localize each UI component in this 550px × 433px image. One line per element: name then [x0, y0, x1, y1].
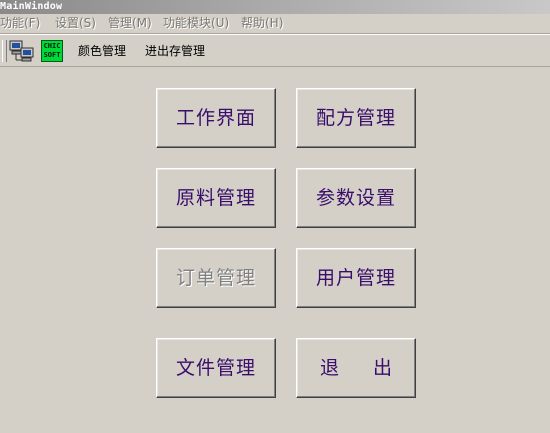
- material-management-button[interactable]: 原料管理: [156, 168, 276, 228]
- color-management-link[interactable]: 颜色管理: [78, 44, 126, 58]
- menu-function[interactable]: 功能(F): [0, 16, 40, 30]
- network-computer-icon[interactable]: [9, 39, 35, 67]
- title-bar: MainWindow: [0, 0, 550, 14]
- file-management-button[interactable]: 文件管理: [156, 338, 276, 398]
- menu-function-module[interactable]: 功能模块(U): [163, 16, 229, 30]
- menu-bar: 功能(F) 设置(S) 管理(M) 功能模块(U) 帮助(H): [0, 14, 550, 34]
- toolbar-grip[interactable]: [2, 40, 7, 62]
- window-title: MainWindow: [0, 1, 63, 12]
- parameter-settings-button[interactable]: 参数设置: [296, 168, 416, 228]
- exit-button[interactable]: 退 出: [296, 338, 416, 398]
- logo-text: CHIC SOFT: [43, 42, 61, 59]
- menu-help[interactable]: 帮助(H): [241, 16, 283, 30]
- inventory-management-link[interactable]: 进出存管理: [145, 44, 205, 58]
- menu-management[interactable]: 管理(M): [108, 16, 152, 30]
- chic-soft-logo-icon[interactable]: CHIC SOFT: [41, 40, 63, 62]
- order-management-button[interactable]: 订单管理: [156, 248, 276, 308]
- formula-management-button[interactable]: 配方管理: [296, 88, 416, 148]
- menu-settings[interactable]: 设置(S): [55, 16, 96, 30]
- toolbar: CHIC SOFT 颜色管理 进出存管理: [0, 34, 550, 67]
- workspace-button[interactable]: 工作界面: [156, 88, 276, 148]
- user-management-button[interactable]: 用户管理: [296, 248, 416, 308]
